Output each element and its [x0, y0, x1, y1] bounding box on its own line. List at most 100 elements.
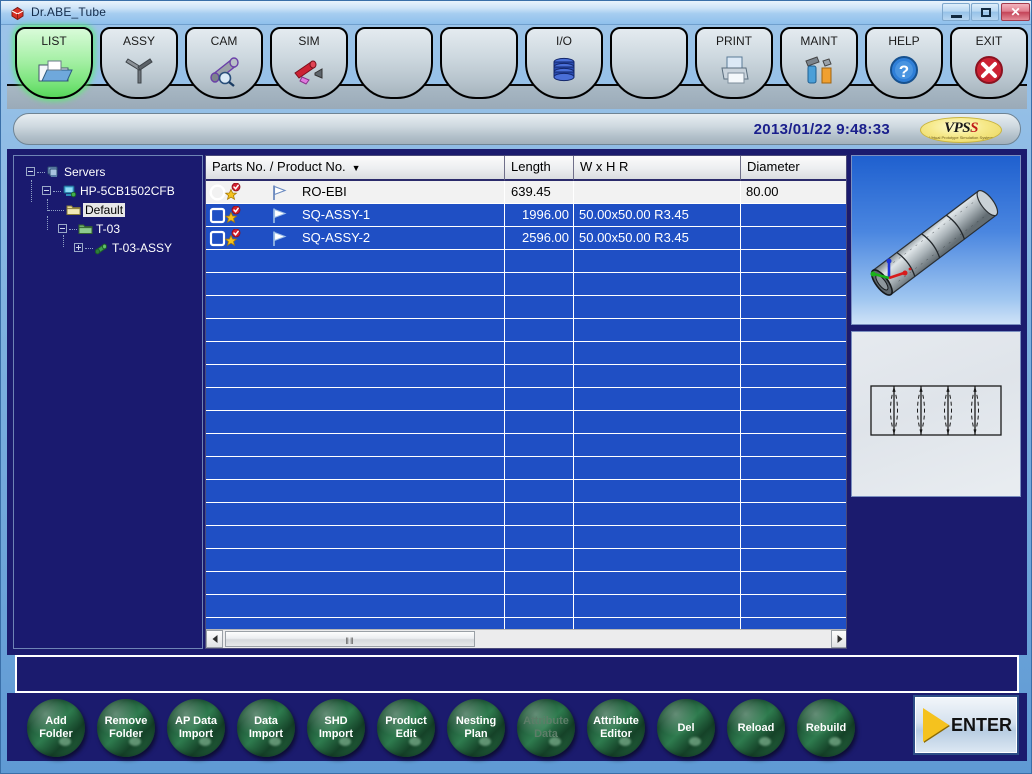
- table-row-empty[interactable]: [206, 503, 847, 526]
- database-icon: [544, 53, 584, 87]
- toolbar-tab-help[interactable]: HELP ?: [865, 27, 943, 99]
- expander-minus-icon[interactable]: [58, 224, 67, 233]
- table-row-empty[interactable]: [206, 411, 847, 434]
- rebuild-button[interactable]: Rebuild: [797, 699, 855, 757]
- server-tree-panel[interactable]: Servers HP-5CB1502CFB: [13, 155, 203, 649]
- table-row-empty[interactable]: [206, 572, 847, 595]
- cell-empty: [505, 480, 574, 502]
- cell-empty: [505, 549, 574, 571]
- cell-empty: [206, 296, 505, 318]
- expander-plus-icon[interactable]: [74, 243, 83, 252]
- title-bar: Dr.ABE_Tube ✕: [1, 1, 1032, 25]
- scrollbar-thumb[interactable]: ‖‖: [225, 631, 475, 647]
- del-button[interactable]: Del: [657, 699, 715, 757]
- toolbar-tab-maint[interactable]: MAINT: [780, 27, 858, 99]
- tree-item-host[interactable]: HP-5CB1502CFB: [18, 182, 198, 201]
- row-icon-group[interactable]: [209, 229, 299, 248]
- table-horizontal-scrollbar[interactable]: ‖‖: [206, 629, 847, 648]
- attribute-editor-button[interactable]: Attribute Editor: [587, 699, 645, 757]
- toolbar-tab-io[interactable]: I/O: [525, 27, 603, 99]
- column-header-parts-no[interactable]: Parts No. / Product No.▼: [206, 156, 505, 181]
- scroll-right-button[interactable]: [831, 630, 847, 648]
- table-row-empty[interactable]: [206, 273, 847, 296]
- table-row-empty[interactable]: [206, 457, 847, 480]
- expander-minus-icon[interactable]: [26, 167, 35, 176]
- cell-empty: [741, 526, 847, 548]
- row-icon-group[interactable]: [209, 183, 299, 202]
- ap-data-import-button[interactable]: AP Data Import: [167, 699, 225, 757]
- cell-empty: [574, 365, 741, 387]
- flag-icon: [271, 207, 289, 224]
- preview-2d-panel[interactable]: [851, 331, 1021, 497]
- table-body[interactable]: RO-EBI 639.45 80.00: [206, 181, 847, 629]
- toolbar-tab-list[interactable]: LIST: [15, 27, 93, 99]
- maximize-button[interactable]: [971, 3, 999, 21]
- table-row-empty[interactable]: [206, 526, 847, 549]
- table-row-empty[interactable]: [206, 549, 847, 572]
- column-header-length[interactable]: Length: [505, 156, 574, 181]
- cell-empty: [574, 273, 741, 295]
- enter-button[interactable]: ENTER: [913, 695, 1019, 755]
- table-row-empty[interactable]: [206, 250, 847, 273]
- add-folder-button[interactable]: Add Folder: [27, 699, 85, 757]
- column-header-diameter[interactable]: Diameter: [741, 156, 847, 181]
- vpss-logo: VPSS Virtual Prototype Simulation System: [920, 117, 1002, 143]
- close-button[interactable]: ✕: [1001, 3, 1030, 21]
- nesting-plan-button[interactable]: Nesting Plan: [447, 699, 505, 757]
- reload-button[interactable]: Reload: [727, 699, 785, 757]
- table-row[interactable]: SQ-ASSY-1 1996.00 50.00x50.00 R3.45: [206, 204, 847, 227]
- table-row-empty[interactable]: [206, 342, 847, 365]
- tree-item-default[interactable]: Default: [18, 201, 198, 220]
- minimize-button[interactable]: [942, 3, 970, 21]
- tree-item-t03-label: T-03: [96, 222, 120, 236]
- close-x-icon: ✕: [1010, 5, 1020, 19]
- table-row-empty[interactable]: [206, 480, 847, 503]
- tree-item-t03-assy[interactable]: T-03-ASSY: [18, 239, 198, 258]
- cell-empty: [741, 457, 847, 479]
- cell-empty: [505, 457, 574, 479]
- cell-empty: [206, 503, 505, 525]
- attribute-data-button: Attribute Data: [517, 699, 575, 757]
- tree-item-t03[interactable]: T-03: [18, 220, 198, 239]
- expander-minus-icon[interactable]: [42, 186, 51, 195]
- toolbar-tab-print[interactable]: PRINT: [695, 27, 773, 99]
- scroll-left-button[interactable]: [206, 630, 223, 648]
- preview-3d-panel[interactable]: [851, 155, 1021, 325]
- cell-empty: [574, 388, 741, 410]
- gloss-highlight: [829, 737, 841, 746]
- remove-folder-button[interactable]: Remove Folder: [97, 699, 155, 757]
- product-edit-button[interactable]: Product Edit: [377, 699, 435, 757]
- help-question-icon: ?: [884, 53, 924, 87]
- toolbar-tab-assy[interactable]: ASSY: [100, 27, 178, 99]
- row-icon-group[interactable]: [209, 206, 299, 225]
- folder-open-icon: [34, 53, 74, 87]
- column-header-wxh-r[interactable]: W x H R: [574, 156, 741, 181]
- table-row-empty[interactable]: [206, 595, 847, 618]
- ap-data-import-button-label: AP Data Import: [175, 715, 217, 741]
- table-row[interactable]: SQ-ASSY-2 2596.00 50.00x50.00 R3.45: [206, 227, 847, 250]
- cell-empty: [505, 388, 574, 410]
- gloss-highlight: [689, 737, 701, 746]
- toolbar-tab-cam[interactable]: CAM: [185, 27, 263, 99]
- toolbar-tab-exit[interactable]: EXIT: [950, 27, 1028, 99]
- table-row-empty[interactable]: [206, 365, 847, 388]
- shd-import-button[interactable]: SHD Import: [307, 699, 365, 757]
- cell-diameter: [741, 227, 847, 249]
- cell-empty: [574, 319, 741, 341]
- star-checked-icon: [223, 206, 243, 225]
- empty-rows-region[interactable]: [206, 250, 847, 649]
- table-row-empty[interactable]: [206, 434, 847, 457]
- status-date-bar: 2013/01/22 9:48:33 VPSS Virtual Prototyp…: [13, 113, 1021, 145]
- table-row-empty[interactable]: [206, 388, 847, 411]
- toolbar-tab-sim[interactable]: SIM: [270, 27, 348, 99]
- parts-list-table[interactable]: Parts No. / Product No.▼ Length W x H R …: [205, 155, 847, 649]
- table-row-empty[interactable]: [206, 319, 847, 342]
- table-row[interactable]: RO-EBI 639.45 80.00: [206, 181, 847, 204]
- table-row-empty[interactable]: [206, 296, 847, 319]
- cell-empty: [206, 480, 505, 502]
- data-import-button[interactable]: Data Import: [237, 699, 295, 757]
- cell-empty: [505, 273, 574, 295]
- cell-empty: [741, 411, 847, 433]
- main-content-area: Servers HP-5CB1502CFB: [7, 149, 1027, 655]
- tree-item-servers[interactable]: Servers: [18, 163, 198, 182]
